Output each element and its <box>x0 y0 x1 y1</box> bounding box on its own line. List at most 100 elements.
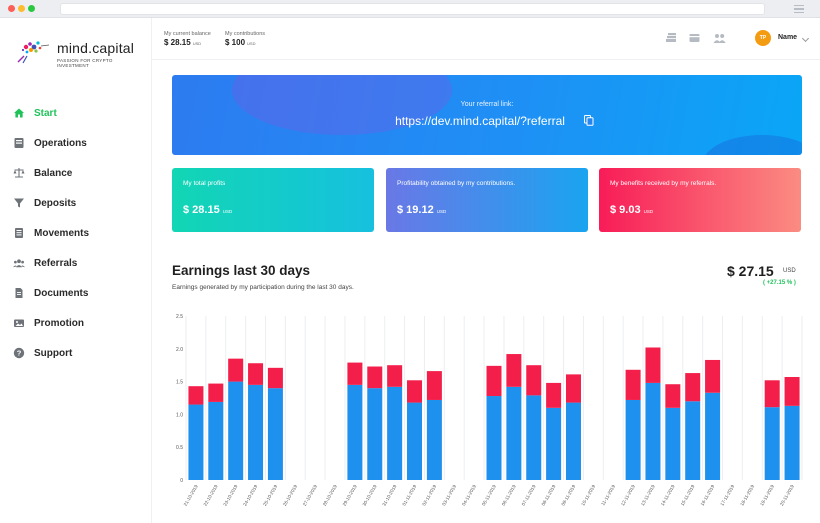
bar-segment-referrals <box>387 365 403 387</box>
x-tick-label: 30-10-2019 <box>362 484 378 507</box>
bar-segment-own <box>705 392 721 480</box>
sidebar-item-referrals[interactable]: Referrals <box>0 248 152 278</box>
address-bar[interactable] <box>60 3 765 15</box>
x-tick-label: 27-10-2019 <box>302 484 318 507</box>
bar-segment-referrals <box>526 365 542 396</box>
bar-segment-referrals <box>645 347 661 383</box>
minimize-window-dot[interactable] <box>18 5 25 12</box>
current-balance-value: $ 28.15 USD <box>164 38 211 47</box>
sidebar: mind.capital PASSION FOR CRYPTO INVESTME… <box>0 18 152 523</box>
bar-segment-own <box>248 384 264 480</box>
bar-segment-own <box>208 401 224 480</box>
x-tick-label: 29-10-2019 <box>342 484 358 507</box>
sidebar-item-start[interactable]: Start <box>0 98 152 128</box>
bar-segment-referrals <box>665 384 681 408</box>
ledger-icon <box>13 137 25 149</box>
sidebar-item-operations[interactable]: Operations <box>0 128 152 158</box>
x-tick-label: 28-10-2019 <box>322 484 338 507</box>
bar-segment-referrals <box>625 369 641 400</box>
sidebar-item-label: Documents <box>34 287 89 299</box>
x-tick-label: 22-10-2019 <box>203 484 219 507</box>
document-icon <box>13 287 25 299</box>
bar-segment-referrals <box>546 382 562 408</box>
x-tick-label: 16-11-2019 <box>700 484 716 507</box>
bar-segment-own <box>347 384 363 480</box>
sidebar-item-promotion[interactable]: Promotion <box>0 308 152 338</box>
card-currency: USD <box>222 209 233 214</box>
bar-segment-referrals <box>267 367 283 389</box>
app: mind.capital PASSION FOR CRYPTO INVESTME… <box>0 18 820 523</box>
current-balance-amount: $ 28.15 <box>164 38 191 47</box>
x-tick-label: 08-11-2019 <box>541 484 557 507</box>
sidebar-item-movements[interactable]: Movements <box>0 218 152 248</box>
chevron-down-icon[interactable] <box>801 34 810 43</box>
total-profits-card: My total profits $ 28.15 USD <box>172 168 374 232</box>
x-tick-label: 12-11-2019 <box>620 484 636 507</box>
bar-segment-own <box>387 386 403 480</box>
contributions-profit-card: Profitability obtained by my contributio… <box>386 168 588 232</box>
banner-decoration <box>702 135 802 155</box>
y-tick-label: 2.5 <box>176 314 183 320</box>
filter-icon <box>13 197 25 209</box>
card-title: My total profits <box>183 180 226 187</box>
sidebar-item-deposits[interactable]: Deposits <box>0 188 152 218</box>
earnings-bar-chart: 0 0.5 1.0 1.5 2.0 2.5 21-10-2019 22-10-2019 23-1… <box>176 314 803 507</box>
x-tick-label: 17-11-2019 <box>719 484 735 507</box>
team-icon[interactable] <box>713 33 726 43</box>
y-tick-label: 2.0 <box>176 347 183 353</box>
sidebar-item-documents[interactable]: Documents <box>0 278 152 308</box>
bar-segment-referrals <box>685 373 701 402</box>
copy-icon[interactable] <box>584 115 594 126</box>
referral-link-url[interactable]: https://dev.mind.capital/?referral <box>172 114 802 128</box>
bar-segment-own <box>685 401 701 480</box>
users-icon <box>13 257 25 269</box>
bar-segment-referrals <box>784 377 800 406</box>
x-tick-label: 06-11-2019 <box>501 484 517 507</box>
logo[interactable]: mind.capital PASSION FOR CRYPTO INVESTME… <box>12 36 142 68</box>
home-icon <box>13 107 25 119</box>
card-title: Profitability obtained by my contributio… <box>397 180 516 187</box>
bar-segment-own <box>506 386 522 480</box>
sidebar-item-support[interactable]: ? Support <box>0 338 152 368</box>
sidebar-item-label: Promotion <box>34 317 84 329</box>
card-value: $ 28.15 USD <box>183 204 232 216</box>
bar-segment-referrals <box>347 362 363 385</box>
sidebar-nav: Start Operations Balance Deposits Moveme… <box>0 98 152 368</box>
earnings-change: ( +27.15 % ) <box>763 280 796 286</box>
x-tick-label: 26-10-2019 <box>282 484 298 507</box>
close-window-dot[interactable] <box>8 5 15 12</box>
bar-segment-own <box>625 399 641 480</box>
x-tick-label: 15-11-2019 <box>680 484 696 507</box>
bar-segment-own <box>228 381 244 480</box>
browser-chrome <box>0 0 820 18</box>
x-tick-label: 07-11-2019 <box>521 484 537 507</box>
maximize-window-dot[interactable] <box>28 5 35 12</box>
contributions-currency: USD <box>247 41 256 46</box>
browser-menu-icon[interactable] <box>794 5 804 13</box>
sidebar-item-balance[interactable]: Balance <box>0 158 152 188</box>
sidebar-item-label: Deposits <box>34 197 77 209</box>
stack-icon[interactable] <box>666 33 677 43</box>
sidebar-item-label: Referrals <box>34 257 78 269</box>
user-name[interactable]: Name <box>778 34 797 41</box>
x-tick-label: 05-11-2019 <box>481 484 497 507</box>
bar-segment-referrals <box>367 366 383 389</box>
help-icon: ? <box>13 347 25 359</box>
avatar[interactable]: TP <box>755 30 771 46</box>
bar-segment-own <box>188 404 204 480</box>
bar-segment-own <box>565 402 581 480</box>
x-tick-label: 24-10-2019 <box>242 484 258 507</box>
list-icon <box>13 227 25 239</box>
x-tick-label: 01-11-2019 <box>401 484 417 507</box>
card-value: $ 9.03 USD <box>610 204 653 216</box>
brand-tagline: PASSION FOR CRYPTO INVESTMENT <box>57 58 113 68</box>
wallet-icon[interactable] <box>689 33 700 43</box>
y-tick-label: 1.5 <box>176 380 183 386</box>
card-amount: $ 9.03 <box>610 204 641 216</box>
bar-segment-referrals <box>426 371 442 400</box>
bar-segment-referrals <box>188 386 204 405</box>
contributions-label: My contributions <box>225 31 266 37</box>
bar-segment-own <box>526 395 542 480</box>
bar-segment-referrals <box>565 374 581 403</box>
x-tick-label: 31-10-2019 <box>381 484 397 507</box>
